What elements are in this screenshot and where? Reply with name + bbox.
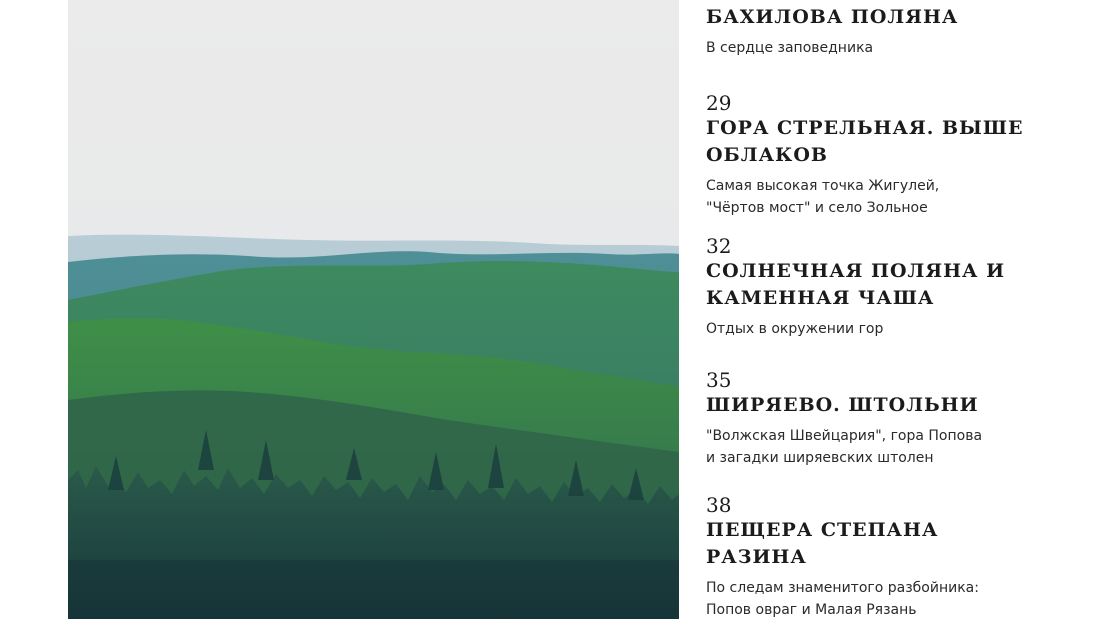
toc-entry-desc: Отдых в окружении гор — [706, 321, 884, 337]
toc-entry-razin-cave[interactable]: 38 Пещера Степана Разина По следам знаме… — [706, 493, 1036, 621]
toc-entry-solnechnaya[interactable]: 32 Солнечная поляна и каменная чаша Отды… — [706, 234, 1036, 340]
toc-entry-page-number: 35 — [706, 368, 732, 392]
toc-entry-desc: "Волжская Швейцария", гора Попова и зага… — [706, 428, 983, 466]
toc-entry-page-number: 32 — [706, 234, 732, 258]
toc-entry-title: Пещера Степана Разина — [706, 519, 939, 568]
toc-entry-title: Гора Стрельная. Выше облаков — [706, 117, 1024, 166]
toc-entry-desc: В сердце заповедника — [706, 40, 874, 56]
toc-entry-title: Солнечная поляна и каменная чаша — [706, 260, 1006, 309]
toc-entry-page-number: 29 — [706, 91, 732, 115]
toc-entry-desc: Самая высокая точка Жигулей, "Чёртов мос… — [706, 178, 940, 216]
forest-hills-photo — [68, 0, 679, 619]
toc-entry-title: Бахилова поляна — [706, 6, 959, 28]
toc-entry-desc: По следам знаменитого разбойника: Попов … — [706, 580, 979, 618]
toc-entry-page-number: 38 — [706, 493, 732, 517]
toc-entry-bakhilova[interactable]: Бахилова поляна В сердце заповедника — [706, 4, 1036, 59]
toc-entry-shiryaevo[interactable]: 35 Ширяево. Штольни "Волжская Швейцария"… — [706, 368, 1036, 469]
toc-entry-title: Ширяево. Штольни — [706, 394, 979, 416]
toc-entry-strelnaya[interactable]: 29 Гора Стрельная. Выше облаков Самая вы… — [706, 91, 1036, 219]
